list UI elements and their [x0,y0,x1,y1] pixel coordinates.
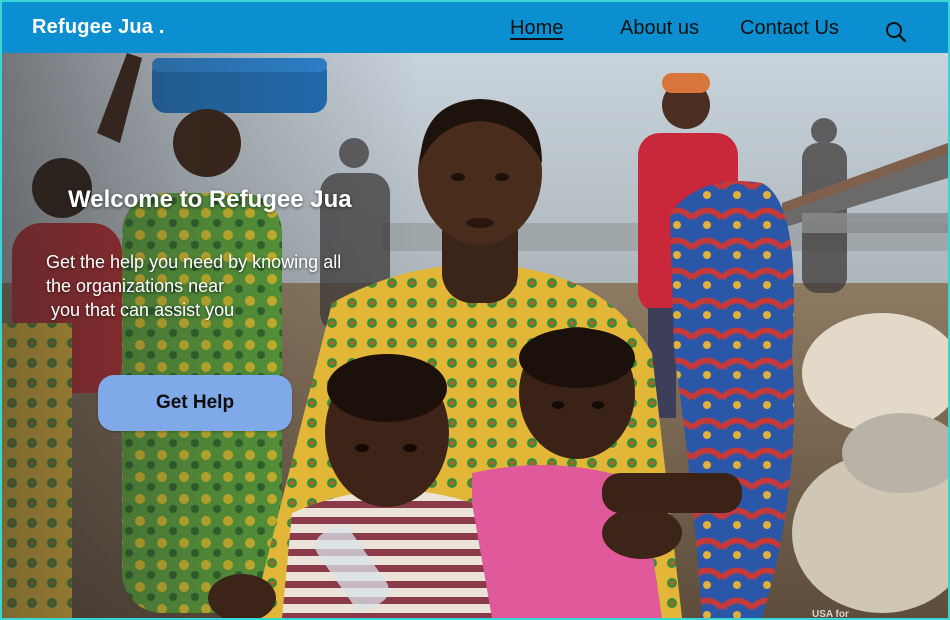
get-help-button[interactable]: Get Help [98,375,292,431]
hero-title: Welcome to Refugee Jua [68,186,352,213]
nav-link-home[interactable]: Home [510,17,563,40]
photo-credit-watermark: USA for [812,609,849,618]
app-frame: Refugee Jua . Home About us Contact Us W… [0,0,950,620]
hero-subtitle-line: you that can assist you [51,300,235,320]
search-icon [886,22,907,43]
hero-subtitle: Get the help you need by knowing all the… [46,250,426,322]
nav-link-contact[interactable]: Contact Us [740,17,839,40]
top-navbar: Refugee Jua . Home About us Contact Us [2,2,948,53]
hero-section: Welcome to Refugee Jua Get the help you … [2,53,948,618]
hero-subtitle-line: Get the help you need by knowing all [46,252,342,272]
hero-photo [2,53,948,618]
hero-subtitle-line: the organizations near [46,276,225,296]
brand-logo[interactable]: Refugee Jua . [32,16,165,39]
nav-link-about[interactable]: About us [620,17,699,40]
search-button[interactable] [884,20,908,44]
